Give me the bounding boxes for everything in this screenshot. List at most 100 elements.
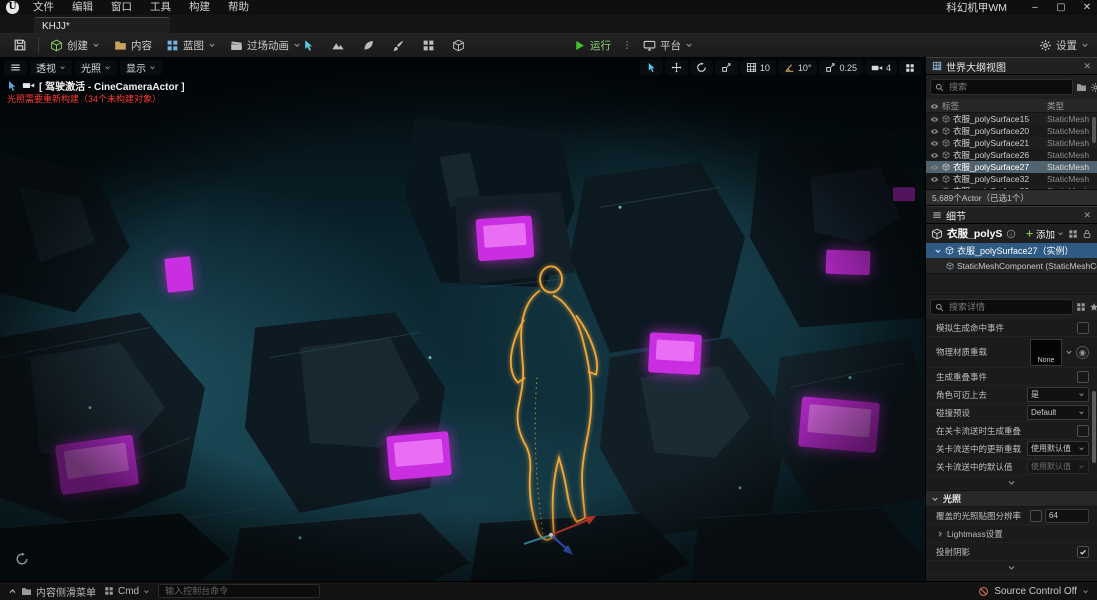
- play-button[interactable]: 运行: [566, 34, 618, 56]
- select-tool-button[interactable]: [639, 60, 663, 75]
- landscape-mode-button[interactable]: [326, 35, 350, 55]
- outliner-searchbox[interactable]: [930, 79, 1073, 95]
- visibility-eye-icon[interactable]: [926, 151, 942, 160]
- component-row[interactable]: StaticMeshComponent (StaticMeshComp...): [926, 258, 1097, 274]
- outliner-row[interactable]: 衣服_polySurface20 StaticMesh: [926, 125, 1097, 137]
- platform-button[interactable]: 平台: [636, 34, 700, 56]
- details-columns-icon[interactable]: [1076, 302, 1086, 312]
- outliner-settings-icon[interactable]: [1090, 82, 1097, 93]
- dropdown[interactable]: 使用默认值: [1027, 441, 1089, 456]
- menu-window[interactable]: 窗口: [103, 0, 140, 15]
- checkbox[interactable]: [1077, 370, 1089, 383]
- maximize-button[interactable]: ▢: [1055, 2, 1067, 13]
- brush-edit-mode-button[interactable]: [446, 35, 470, 55]
- viewport-orbit-icon[interactable]: [15, 552, 29, 566]
- number-field[interactable]: 64: [1045, 508, 1089, 523]
- details-properties: 模拟生成命中事件 物理材质重载 None ◉ 生成重叠事件 角色可迈上去 是 碰…: [926, 319, 1097, 582]
- details-scrollbar-thumb[interactable]: [1092, 391, 1096, 463]
- outliner-row[interactable]: 衣服_polySurface21 StaticMesh: [926, 137, 1097, 149]
- content-drawer-button[interactable]: 内容侧滑菜单: [8, 584, 96, 599]
- checkbox[interactable]: [1077, 321, 1089, 334]
- eye-column-icon[interactable]: [926, 100, 942, 110]
- info-icon[interactable]: [1006, 229, 1016, 239]
- visibility-eye-icon[interactable]: [926, 127, 942, 136]
- menu-help[interactable]: 帮助: [220, 0, 257, 15]
- expand-chevron-icon[interactable]: [936, 530, 944, 538]
- outliner-row[interactable]: 衣服_polySurface32 StaticMesh: [926, 173, 1097, 185]
- viewport-menu-button[interactable]: [4, 60, 27, 75]
- viewport-3d-scene[interactable]: [0, 57, 925, 582]
- select-mode-button[interactable]: [296, 35, 320, 55]
- menu-tools[interactable]: 工具: [142, 0, 179, 15]
- close-button[interactable]: ✕: [1081, 2, 1093, 13]
- dropdown[interactable]: Default: [1027, 405, 1089, 420]
- favorites-star-icon[interactable]: [1089, 302, 1097, 312]
- details-search-input[interactable]: [947, 301, 1068, 313]
- level-tab[interactable]: KHJJ*: [34, 17, 170, 34]
- outliner-filter-icon[interactable]: [1076, 82, 1087, 93]
- save-button[interactable]: [6, 34, 34, 56]
- settings-button[interactable]: 设置: [1039, 38, 1089, 53]
- minimize-button[interactable]: –: [1029, 2, 1041, 13]
- checkbox-checked[interactable]: [1077, 545, 1089, 558]
- scale-tool-button[interactable]: [714, 60, 738, 75]
- fracture-mode-button[interactable]: [416, 35, 440, 55]
- scale-snap-button[interactable]: 0.25: [819, 60, 863, 75]
- rotation-snap-button[interactable]: 10°: [777, 60, 818, 75]
- instance-row[interactable]: 衣服_polySurface27（实例）: [926, 243, 1097, 258]
- console-input[interactable]: [163, 585, 316, 597]
- blueprint-button[interactable]: 蓝图: [159, 34, 223, 56]
- outliner-row-selected[interactable]: 衣服_polySurface27 StaticMesh: [926, 161, 1097, 173]
- cmd-selector[interactable]: Cmd: [104, 586, 150, 597]
- asset-dropdown-icon[interactable]: [1065, 348, 1073, 356]
- content-button[interactable]: 内容: [107, 34, 159, 56]
- label-column-header[interactable]: 标签: [942, 100, 1047, 112]
- create-button[interactable]: 创建: [43, 34, 107, 56]
- translate-tool-button[interactable]: [664, 60, 688, 75]
- level-viewport[interactable]: 透视 光照 显示 [ 驾驶激活 - CineCameraActor ] 光照需要…: [0, 57, 925, 582]
- visibility-eye-icon[interactable]: [926, 163, 942, 172]
- console-input-box[interactable]: [158, 584, 321, 598]
- use-selected-asset-icon[interactable]: ◉: [1076, 345, 1089, 359]
- outliner-search-input[interactable]: [947, 81, 1068, 93]
- camera-speed-button[interactable]: 4: [864, 60, 897, 75]
- tab-details[interactable]: 细节 ✕: [926, 206, 1097, 223]
- source-control-button[interactable]: Source Control Off: [978, 586, 1089, 597]
- mesh-paint-mode-button[interactable]: [386, 35, 410, 55]
- lock-icon[interactable]: [1082, 229, 1092, 239]
- details-searchbox[interactable]: [930, 299, 1073, 315]
- advanced-expander[interactable]: [926, 476, 1097, 490]
- eject-pilot-icon[interactable]: [6, 80, 18, 92]
- visibility-eye-icon[interactable]: [926, 115, 942, 124]
- lit-mode-button[interactable]: 光照: [75, 60, 117, 75]
- tab-world-outliner[interactable]: 世界大纲视图 ✕: [926, 57, 1097, 74]
- outliner-row[interactable]: 衣服_polySurface26 StaticMesh: [926, 149, 1097, 161]
- type-column-header[interactable]: 类型: [1047, 100, 1097, 112]
- outliner-scrollbar-thumb[interactable]: [1092, 117, 1096, 143]
- show-button[interactable]: 显示: [120, 60, 162, 75]
- dropdown[interactable]: 是: [1027, 387, 1089, 402]
- visibility-eye-icon[interactable]: [926, 139, 942, 148]
- panel-layout-icon[interactable]: [1068, 229, 1078, 239]
- perspective-button[interactable]: 透视: [30, 60, 72, 75]
- grid-snap-button[interactable]: 10: [739, 60, 776, 75]
- menu-file[interactable]: 文件: [25, 0, 62, 15]
- asset-thumbnail[interactable]: None: [1030, 338, 1062, 366]
- lighting-section-header[interactable]: 光照: [926, 490, 1097, 507]
- outliner-row[interactable]: 衣服_polySurface15 StaticMesh: [926, 113, 1097, 125]
- play-options-icon[interactable]: [622, 39, 632, 51]
- outliner-row[interactable]: 衣服_polySurface33 StaticMesh: [926, 185, 1097, 189]
- menu-build[interactable]: 构建: [181, 0, 218, 15]
- visibility-eye-icon[interactable]: [926, 187, 942, 190]
- section-expander[interactable]: [926, 561, 1097, 575]
- rotate-tool-button[interactable]: [689, 60, 713, 75]
- checkbox[interactable]: [1077, 424, 1089, 437]
- outliner-close-icon[interactable]: ✕: [1083, 61, 1091, 72]
- checkbox[interactable]: [1030, 509, 1042, 522]
- details-close-icon[interactable]: ✕: [1083, 210, 1091, 221]
- add-component-button[interactable]: 添加: [1025, 227, 1064, 241]
- visibility-eye-icon[interactable]: [926, 175, 942, 184]
- menu-edit[interactable]: 编辑: [64, 0, 101, 15]
- foliage-mode-button[interactable]: [356, 35, 380, 55]
- maximize-viewport-button[interactable]: [899, 60, 921, 75]
